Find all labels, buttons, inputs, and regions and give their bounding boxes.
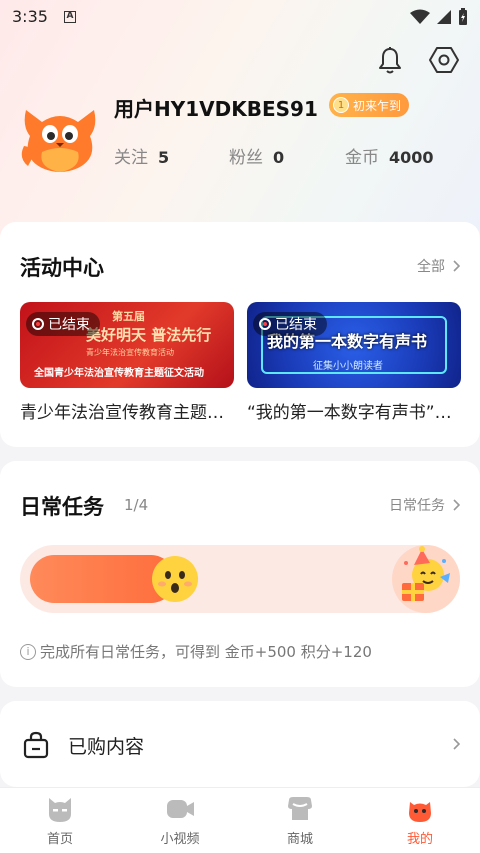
stat-coins[interactable]: 金币 4000: [345, 143, 434, 168]
video-camera-icon: [167, 800, 194, 818]
daily-tasks-link-label: 日常任务: [389, 498, 445, 514]
party-gift-icon: [402, 546, 450, 601]
status-time: 3:35: [12, 7, 48, 26]
stat-followers[interactable]: 粉丝 0: [229, 143, 345, 168]
stat-value: 0: [273, 148, 285, 167]
banner-bottom-text: 全国青少年法治宣传教育主题征文活动: [34, 368, 204, 379]
shopping-bag-icon: [23, 731, 49, 759]
settings-icon[interactable]: [428, 44, 460, 76]
tab-label: 首页: [46, 832, 73, 847]
see-all-label: 全部: [417, 259, 445, 275]
record-dot-icon: [32, 318, 44, 330]
status-label: 已结束: [275, 317, 317, 333]
level-title: 初来乍到: [353, 98, 402, 113]
info-icon: i: [20, 643, 36, 660]
activity-banner-audiobook[interactable]: 我的第一本数字有声书 征集小小朗读者 已结束: [247, 302, 461, 388]
surprised-face-icon: [152, 556, 198, 602]
stat-value: 4000: [389, 148, 434, 167]
status-bar: 3:35 A: [0, 0, 480, 34]
level-badge[interactable]: 1 初来乍到: [329, 93, 410, 117]
record-dot-icon: [259, 318, 271, 330]
banner-caption[interactable]: “我的第一本数字有声书”征集小小朗读者: [247, 398, 461, 423]
chevron-right-icon: [453, 499, 460, 511]
stat-following[interactable]: 关注 5: [114, 143, 229, 168]
avatar[interactable]: [20, 96, 100, 176]
level-number: 1: [333, 97, 349, 113]
store-icon: [288, 797, 312, 820]
daily-tasks-title: 日常任务: [20, 495, 104, 519]
status-pill-ended: 已结束: [253, 312, 327, 336]
banner-subheadline: 青少年法治宣传教育活动: [86, 348, 174, 357]
task-progress-count: 1/4: [124, 496, 149, 514]
status-pill-ended: 已结束: [26, 312, 100, 336]
purchased-content-label: 已购内容: [68, 736, 145, 758]
stat-label: 关注: [114, 148, 148, 168]
tab-short-video[interactable]: 小视频: [120, 788, 240, 853]
banner-subheadline: 征集小小朗读者: [313, 361, 383, 372]
banner-caption[interactable]: 青少年法治宣传教育主题征文活动: [20, 398, 234, 423]
stat-value: 5: [158, 148, 170, 167]
username: 用户HY1VDKBES91: [114, 97, 318, 121]
stat-label: 金币: [345, 148, 379, 168]
task-reward-text: 完成所有日常任务，可得到 金币+500 积分+120: [40, 643, 372, 661]
activity-see-all[interactable]: 全部: [417, 256, 460, 276]
signal-icon: [437, 10, 451, 24]
tab-home[interactable]: 首页: [0, 788, 120, 853]
tab-label: 我的: [406, 832, 433, 847]
purchased-content-row[interactable]: 已购内容: [0, 701, 480, 787]
daily-tasks-link[interactable]: 日常任务: [389, 495, 460, 515]
stat-label: 粉丝: [229, 148, 263, 168]
chevron-right-icon: [453, 260, 460, 272]
bottom-tab-bar: 首页 小视频 商城 我的: [0, 787, 480, 853]
banner-edition-text: 第五届: [112, 310, 145, 323]
task-progress-bar: [20, 545, 460, 613]
profile-stats: 关注 5 粉丝 0 金币 4000: [114, 143, 434, 168]
cat-face-icon: [49, 798, 71, 822]
reward-gift[interactable]: [392, 545, 460, 613]
tab-mine[interactable]: 我的: [360, 788, 480, 853]
daily-tasks-card: 日常任务 1/4 日常任务 i 完成所有日常任务，可得到 金币+500 积分+1…: [0, 461, 480, 687]
battery-icon: [459, 8, 467, 25]
tab-label: 小视频: [160, 832, 200, 847]
bell-icon[interactable]: [374, 44, 406, 76]
tab-store[interactable]: 商城: [240, 788, 360, 853]
activity-center-title: 活动中心: [20, 256, 104, 280]
banner-headline: 美好明天 普法先行: [86, 326, 212, 344]
wifi-icon: [410, 9, 430, 24]
status-label: 已结束: [48, 317, 90, 333]
activity-center-card: 活动中心 全部 第五届 美好明天 普法先行 青少年法治宣传教育活动 全国青少年法…: [0, 222, 480, 447]
tab-label: 商城: [286, 832, 313, 847]
activity-banner-law-essay[interactable]: 第五届 美好明天 普法先行 青少年法治宣传教育活动 全国青少年法治宣传教育主题征…: [20, 302, 234, 388]
mascot-icon: [409, 802, 431, 822]
chevron-right-icon: [453, 738, 460, 750]
notification-a-icon: A: [64, 11, 76, 23]
task-reward-note: i 完成所有日常任务，可得到 金币+500 积分+120: [20, 641, 372, 662]
